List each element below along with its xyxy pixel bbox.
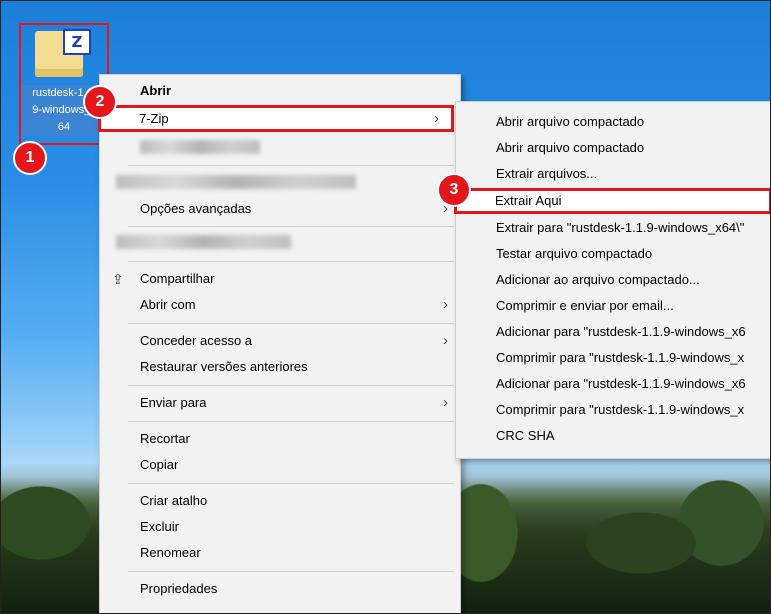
menu-item-label: Restaurar versões anteriores (140, 359, 308, 374)
submenu-item-label: CRC SHA (496, 428, 555, 443)
submenu-item-label: Abrir arquivo compactado (496, 114, 645, 129)
step-badge-2: 2 (83, 85, 117, 119)
submenu-item-label: Adicionar para "rustdesk-1.1.9-windows_x… (496, 376, 746, 391)
submenu-item-label: Comprimir para "rustdesk-1.1.9-windows_x (496, 402, 745, 417)
separator (128, 261, 454, 262)
separator (128, 165, 454, 166)
menu-item-open-with[interactable]: Abrir com › (100, 293, 460, 317)
separator (128, 571, 454, 572)
blurred-menu-item (116, 175, 356, 189)
separator (128, 421, 454, 422)
blurred-menu-item (116, 235, 291, 249)
seven-zip-submenu: Abrir arquivo compactado Abrir arquivo c… (454, 101, 770, 459)
submenu-item-compress-to-7z-email[interactable]: Comprimir para "rustdesk-1.1.9-windows_x (456, 346, 770, 370)
submenu-item-label: Adicionar ao arquivo compactado... (496, 272, 700, 287)
submenu-item-add-to-7z[interactable]: Adicionar para "rustdesk-1.1.9-windows_x… (456, 320, 770, 344)
menu-item-copy[interactable]: Copiar (100, 453, 460, 477)
chevron-right-icon: › (443, 394, 448, 411)
desktop: Z rustdesk-1.1. 9-windows_x 64 Abrir 7-Z… (0, 0, 771, 614)
menu-item-grant-access[interactable]: Conceder acesso a › (100, 329, 460, 353)
share-icon: ⇪ (112, 271, 124, 287)
menu-item-label: Opções avançadas (140, 201, 252, 216)
menu-item-label: Conceder acesso a (140, 333, 253, 348)
submenu-item-label: Extrair arquivos... (496, 166, 598, 181)
submenu-item-compress-to-zip-email[interactable]: Comprimir para "rustdesk-1.1.9-windows_x (456, 398, 770, 422)
menu-item-restore[interactable]: Restaurar versões anteriores (100, 355, 460, 379)
menu-item-advanced[interactable]: Opções avançadas › (100, 197, 460, 221)
separator (128, 385, 454, 386)
submenu-item-compress-email[interactable]: Comprimir e enviar por email... (456, 294, 770, 318)
step-badge-3: 3 (437, 173, 471, 207)
submenu-item-label: Extrair Aqui (495, 193, 562, 208)
submenu-item-add-to-archive[interactable]: Adicionar ao arquivo compactado... (456, 268, 770, 292)
menu-item-label: Copiar (140, 457, 179, 472)
separator (128, 483, 454, 484)
separator (128, 323, 454, 324)
seven-zip-logo-icon: Z (63, 29, 91, 55)
menu-item-create-shortcut[interactable]: Criar atalho (100, 489, 460, 513)
menu-item-properties[interactable]: Propriedades (100, 577, 460, 601)
separator (128, 226, 454, 227)
desktop-file-icon[interactable]: Z rustdesk-1.1. 9-windows_x 64 (19, 23, 109, 145)
submenu-item-label: Comprimir e enviar por email... (496, 298, 674, 313)
submenu-item-extract-here[interactable]: Extrair Aqui (454, 188, 770, 214)
context-menu: Abrir 7-Zip › Opções avançadas › ⇪ Compa… (98, 74, 461, 613)
menu-item-label: 7-Zip (139, 111, 169, 126)
submenu-item-label: Testar arquivo compactado (496, 246, 653, 261)
menu-item-label: Criar atalho (140, 493, 208, 508)
submenu-item-label: Adicionar para "rustdesk-1.1.9-windows_x… (496, 324, 746, 339)
submenu-item-label: Extrair para "rustdesk-1.1.9-windows_x64… (496, 220, 745, 235)
submenu-item-add-to-zip[interactable]: Adicionar para "rustdesk-1.1.9-windows_x… (456, 372, 770, 396)
menu-item-7zip[interactable]: 7-Zip › (98, 105, 454, 132)
menu-item-send-to[interactable]: Enviar para › (100, 391, 460, 415)
step-badge-1: 1 (13, 141, 47, 175)
label-line-3: 64 (57, 121, 71, 133)
submenu-item-extract-to[interactable]: Extrair para "rustdesk-1.1.9-windows_x64… (456, 216, 770, 240)
menu-item-label: Abrir com (140, 297, 196, 312)
menu-item-cut[interactable]: Recortar (100, 427, 460, 451)
menu-item-label: Renomear (140, 545, 201, 560)
chevron-right-icon: › (434, 110, 439, 127)
menu-item-label: Compartilhar (140, 271, 215, 286)
menu-item-label: Enviar para (140, 395, 207, 410)
chevron-right-icon: › (443, 296, 448, 313)
menu-item-label: Propriedades (140, 581, 218, 596)
submenu-item-open-archive[interactable]: Abrir arquivo compactado (456, 110, 770, 134)
submenu-item-extract-files[interactable]: Extrair arquivos... (456, 162, 770, 186)
menu-item-label: Recortar (140, 431, 190, 446)
menu-item-label: Excluir (140, 519, 180, 534)
menu-item-label: Abrir (140, 83, 172, 98)
chevron-right-icon: › (443, 332, 448, 349)
menu-item-open[interactable]: Abrir (100, 79, 460, 103)
menu-item-share[interactable]: ⇪ Compartilhar (100, 267, 460, 291)
submenu-item-label: Abrir arquivo compactado (496, 140, 645, 155)
submenu-item-test-archive[interactable]: Testar arquivo compactado (456, 242, 770, 266)
menu-item-delete[interactable]: Excluir (100, 515, 460, 539)
submenu-item-open-archive-2[interactable]: Abrir arquivo compactado (456, 136, 770, 160)
submenu-item-label: Comprimir para "rustdesk-1.1.9-windows_x (496, 350, 745, 365)
menu-item-rename[interactable]: Renomear (100, 541, 460, 565)
blurred-menu-item (140, 140, 260, 154)
submenu-item-crc-sha[interactable]: CRC SHA (456, 424, 770, 448)
